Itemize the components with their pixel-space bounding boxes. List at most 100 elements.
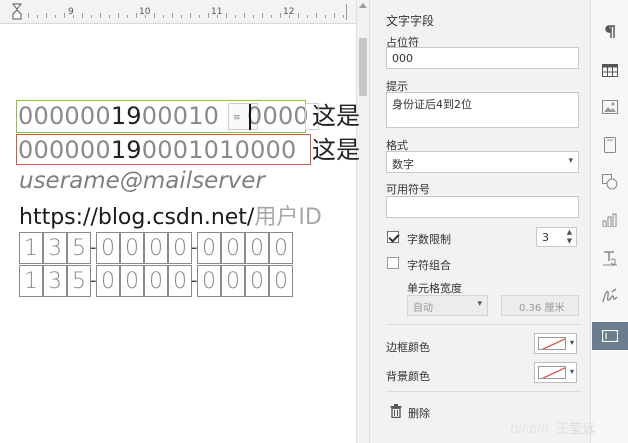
paragraph-icon[interactable]	[599, 21, 621, 43]
divider	[386, 324, 582, 325]
trailing-text-1: 这是	[312, 102, 360, 130]
page-icon[interactable]	[599, 134, 621, 156]
right-margin-marker[interactable]	[346, 4, 354, 20]
character-cell[interactable]: 0	[144, 232, 168, 264]
digit-limit-stepper[interactable]: 3 ▲ ▼	[536, 227, 577, 247]
character-cell[interactable]: 0	[168, 265, 192, 297]
character-cell[interactable]: 0	[269, 232, 293, 264]
char-combo-label: 字符组合	[407, 259, 451, 272]
table-icon[interactable]	[599, 59, 621, 81]
field2-after: 10000	[219, 136, 297, 164]
ruler-tick	[208, 13, 209, 18]
vertical-scrollbar[interactable]	[356, 0, 369, 443]
char-combo-checkbox[interactable]	[387, 257, 399, 269]
hint-textarea[interactable]: 身份证后4到2位	[386, 92, 579, 128]
field2-mid: 19	[110, 136, 142, 164]
ruler-tick	[190, 13, 191, 18]
character-cell[interactable]: 0	[269, 265, 293, 297]
ruler-tick	[343, 15, 344, 18]
horizontal-ruler[interactable]: 9 10 11 12	[0, 0, 356, 24]
url-user-id-placeholder[interactable]: 用户ID	[254, 205, 321, 230]
character-cell[interactable]: 0	[197, 265, 221, 297]
chart-icon[interactable]	[599, 209, 621, 231]
format-value: 数字	[392, 158, 414, 171]
ruler-tick	[37, 15, 38, 18]
digit-limit-label: 字数限制	[407, 233, 451, 246]
form-field-icon[interactable]	[599, 325, 621, 347]
digit-limit-value: 3	[542, 231, 549, 244]
scrollbar-thumb[interactable]	[359, 38, 367, 96]
background-color-label: 背景颜色	[386, 370, 430, 383]
field1-mid: 19	[110, 102, 142, 130]
digit-limit-checkbox[interactable]	[387, 231, 399, 243]
delete-button[interactable]: 删除	[408, 405, 430, 421]
character-cell-grid[interactable]: 135-0000-0000135-0000-0000	[19, 232, 299, 298]
character-cell[interactable]: 0	[96, 265, 120, 297]
ruler-tick	[100, 13, 101, 18]
border-color-picker[interactable]: ▾	[534, 333, 577, 354]
format-select[interactable]: 数字 ▾	[386, 151, 579, 173]
ruler-tick	[163, 15, 164, 18]
scroll-up-icon[interactable]	[359, 2, 367, 8]
indent-marker-icon[interactable]	[12, 3, 22, 21]
ruler-tick	[307, 15, 308, 18]
drag-handle-icon[interactable]: ≡	[233, 113, 241, 123]
character-cell[interactable]: 0	[144, 265, 168, 297]
ruler-number: 12	[283, 7, 295, 17]
cell-width-label: 单元格宽度	[407, 282, 462, 295]
ruler-tick	[244, 13, 245, 18]
image-icon[interactable]	[599, 96, 621, 118]
ruler-tick	[280, 13, 281, 18]
field1-suffix: 00010	[141, 102, 220, 130]
text-style-icon[interactable]	[599, 247, 621, 269]
ruler-tick	[199, 15, 200, 18]
character-cell[interactable]: 1	[19, 232, 43, 264]
ruler-number: 11	[211, 7, 223, 17]
trash-icon[interactable]	[390, 404, 402, 418]
character-cell[interactable]: 1	[19, 265, 43, 297]
ruler-tick	[28, 13, 29, 18]
ruler-tick	[82, 13, 83, 18]
document-canvas[interactable]: 9 10 11 12 0000001900010 ≡ 0000 这是 00000…	[0, 0, 369, 443]
character-cell[interactable]: 0	[221, 265, 245, 297]
shapes-icon[interactable]	[599, 171, 621, 193]
cell-width-mode: 自动	[413, 303, 433, 314]
character-cell[interactable]: 0	[96, 232, 120, 264]
ruler-tick	[271, 15, 272, 18]
ruler-tick	[46, 13, 47, 18]
chevron-down-icon: ▾	[569, 367, 574, 376]
stepper-arrows-icon[interactable]: ▲ ▼	[565, 228, 574, 246]
character-cell[interactable]: 3	[43, 265, 67, 297]
character-cell[interactable]: 0	[168, 232, 192, 264]
ruler-tick	[154, 13, 155, 18]
character-cell[interactable]: 0	[245, 232, 269, 264]
panel-title: 文字字段	[386, 14, 435, 28]
character-cell[interactable]: 0	[245, 265, 269, 297]
character-cell[interactable]: 5	[67, 232, 91, 264]
character-cell[interactable]: 0	[197, 232, 221, 264]
cell-width-value-input: 0.36 厘米	[501, 295, 579, 316]
trailing-text-2: 这是	[312, 136, 360, 164]
placeholder-input[interactable]: 000	[386, 47, 579, 69]
background-color-picker[interactable]: ▾	[534, 362, 577, 383]
allowed-symbols-input[interactable]	[386, 196, 579, 218]
ruler-tick	[316, 13, 317, 18]
character-cell[interactable]: 3	[43, 232, 67, 264]
field1-after-caret[interactable]: 0000	[247, 100, 309, 133]
url-text: https://blog.csdn.net/	[19, 205, 255, 230]
side-toolbar	[590, 0, 628, 443]
divider	[386, 391, 582, 392]
field1-prefix: 000000	[18, 102, 111, 130]
url-line[interactable]: https://blog.csdn.net/用户ID	[19, 199, 322, 231]
character-cell[interactable]: 0	[120, 232, 144, 264]
email-field-placeholder[interactable]: userame@mailserver	[19, 168, 265, 194]
ruler-tick	[127, 15, 128, 18]
ruler-tick	[226, 13, 227, 18]
signature-icon[interactable]	[599, 285, 621, 307]
field2-text[interactable]: 000000190001010000	[18, 134, 297, 167]
field2-suffix: 00010	[141, 136, 220, 164]
field1-text[interactable]: 0000001900010	[18, 100, 219, 133]
character-cell[interactable]: 0	[120, 265, 144, 297]
character-cell[interactable]: 0	[221, 232, 245, 264]
character-cell[interactable]: 5	[67, 265, 91, 297]
